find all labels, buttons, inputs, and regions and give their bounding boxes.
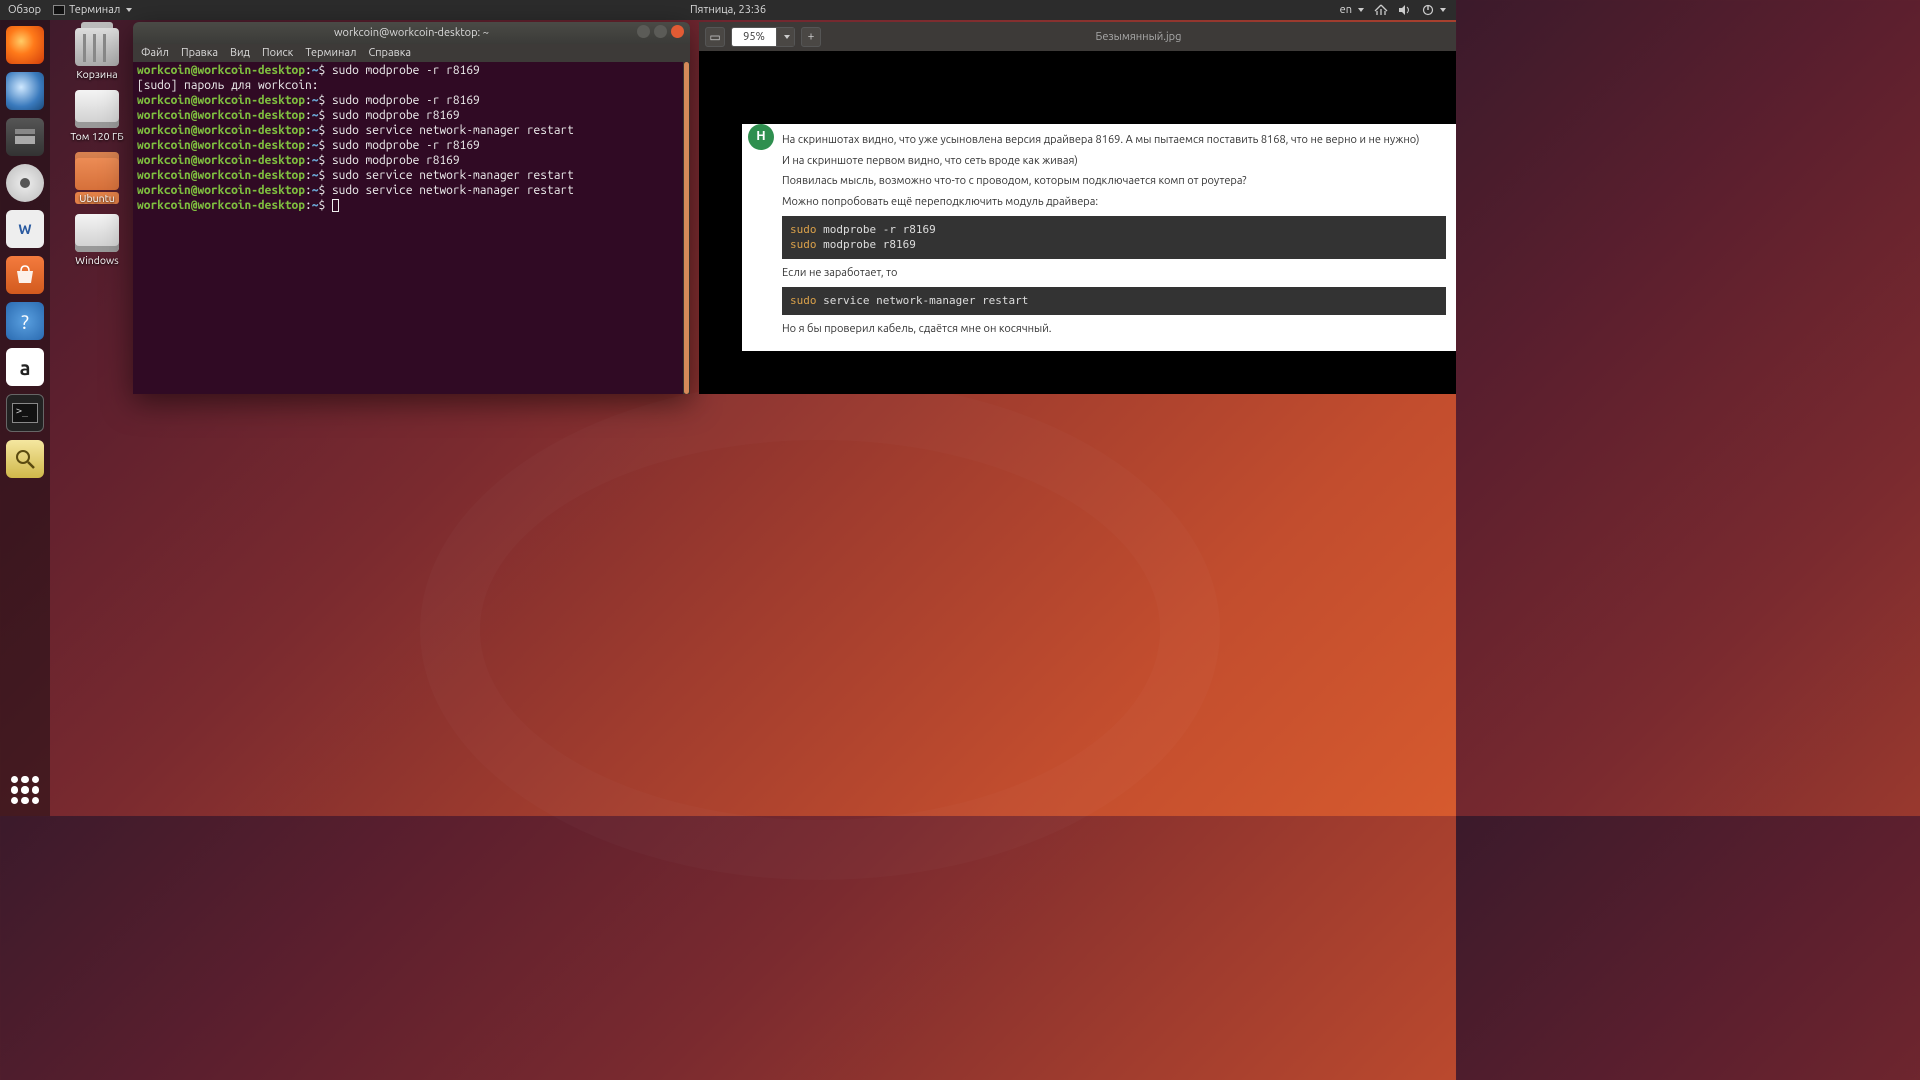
menu-search[interactable]: Поиск [262, 47, 293, 59]
lang-indicator[interactable]: en [1340, 4, 1364, 16]
minimize-button[interactable] [637, 25, 650, 38]
trash-icon [75, 28, 119, 66]
writer-icon[interactable]: W [6, 210, 44, 248]
software-icon[interactable] [6, 256, 44, 294]
zoom-in-button[interactable]: + [801, 27, 821, 47]
forum-text: На скриншотах видно, что уже усыновлена … [782, 132, 1446, 149]
drive-icon [75, 214, 119, 252]
terminal-title: workcoin@workcoin-desktop: ~ [334, 27, 489, 39]
viewer-filename: Безымянный.jpg [1096, 31, 1182, 43]
code-block: sudo modprobe -r r8169 sudo modprobe r81… [782, 216, 1446, 259]
chevron-down-icon [1440, 8, 1446, 12]
menu-edit[interactable]: Правка [181, 47, 218, 59]
close-button[interactable] [671, 25, 684, 38]
volume-icon[interactable] [1398, 4, 1412, 16]
zoom-dropdown[interactable] [776, 28, 794, 46]
terminal-body[interactable]: workcoin@workcoin-desktop:~$ sudo modpro… [133, 62, 683, 394]
avatar: Н [748, 124, 774, 150]
code-block: sudo service network-manager restart [782, 287, 1446, 314]
network-icon[interactable] [1374, 4, 1388, 16]
folder-icon [75, 152, 119, 190]
terminal-window: workcoin@workcoin-desktop: ~ Файл Правка… [133, 22, 690, 394]
desktop-trash[interactable]: Корзина [75, 28, 119, 80]
app-menu[interactable]: Терминал [53, 4, 132, 16]
forum-text: Появилась мысль, возможно что-то с прово… [782, 173, 1446, 190]
maximize-button[interactable] [654, 25, 667, 38]
power-icon[interactable] [1422, 4, 1446, 16]
files-icon[interactable] [6, 118, 44, 156]
clock[interactable]: Пятница, 23:36 [690, 4, 766, 16]
terminal-titlebar[interactable]: workcoin@workcoin-desktop: ~ [133, 22, 690, 44]
menu-terminal[interactable]: Терминал [305, 47, 356, 59]
scrollbar[interactable] [683, 62, 690, 394]
image-viewer-window: ▭ 95% + Безымянный.jpg Н На скриншотах в… [699, 22, 1456, 394]
desktop-windows-volume[interactable]: Windows [75, 214, 119, 266]
activities-button[interactable]: Обзор [8, 4, 41, 16]
forum-text: Можно попробовать ещё переподключить мод… [782, 194, 1446, 211]
terminal-menubar: Файл Правка Вид Поиск Терминал Справка [133, 44, 690, 62]
show-apps-button[interactable] [11, 776, 39, 804]
drive-icon [75, 90, 119, 128]
forum-text: Но я бы проверил кабель, сдаётся мне он … [782, 321, 1446, 338]
amazon-icon[interactable]: a [6, 348, 44, 386]
scrollbar-thumb[interactable] [684, 62, 689, 394]
menu-help[interactable]: Справка [369, 47, 412, 59]
desktop-ubuntu-folder[interactable]: Ubuntu [75, 152, 119, 204]
thunderbird-icon[interactable] [6, 72, 44, 110]
loupe-icon[interactable] [6, 440, 44, 478]
terminal-launcher-icon[interactable] [6, 394, 44, 432]
desktop-volume-120[interactable]: Том 120 ГБ [70, 90, 123, 142]
forum-text: Если не заработает, то [782, 265, 1446, 282]
firefox-icon[interactable] [6, 26, 44, 64]
menu-file[interactable]: Файл [141, 47, 169, 59]
forum-text: И на скриншоте первом видно, что сеть вр… [782, 153, 1446, 170]
chevron-down-icon [784, 35, 790, 39]
help-icon[interactable]: ? [6, 302, 44, 340]
zoom-value: 95% [732, 31, 776, 43]
zoom-combo[interactable]: 95% [731, 27, 795, 47]
menu-view[interactable]: Вид [230, 47, 250, 59]
zoom-fit-button[interactable]: ▭ [705, 27, 725, 47]
terminal-icon [53, 5, 65, 15]
chevron-down-icon [126, 8, 132, 12]
desktop-icons: Корзина Том 120 ГБ Ubuntu Windows [58, 28, 136, 266]
viewer-toolbar: ▭ 95% + Безымянный.jpg [699, 22, 1456, 51]
forum-post: Н На скриншотах видно, что уже усыновлен… [742, 124, 1456, 351]
launcher-dock: W ? a [0, 20, 50, 816]
disk-icon[interactable] [6, 164, 44, 202]
gnome-top-bar: Обзор Терминал Пятница, 23:36 en [0, 0, 1456, 20]
viewer-content[interactable]: Н На скриншотах видно, что уже усыновлен… [699, 51, 1456, 394]
chevron-down-icon [1358, 8, 1364, 12]
